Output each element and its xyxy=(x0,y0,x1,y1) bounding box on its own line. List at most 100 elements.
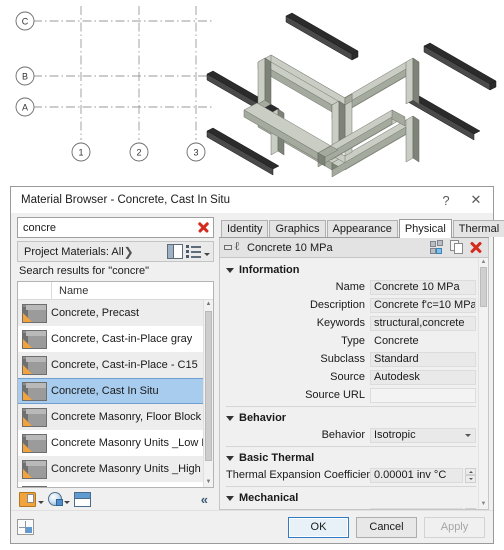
tab-thermal[interactable]: Thermal xyxy=(453,220,504,237)
replace-asset-icon[interactable] xyxy=(430,240,447,255)
props-scroll-thumb[interactable] xyxy=(480,267,487,307)
property-stepper[interactable] xyxy=(465,468,476,483)
tab-graphics[interactable]: Graphics xyxy=(269,220,325,237)
dialog-body: Project Materials: All ❯ Search results … xyxy=(11,213,493,510)
property-select[interactable]: Isotropic xyxy=(370,428,476,443)
stepper-up-icon[interactable] xyxy=(465,468,476,476)
materials-toolbar: « xyxy=(17,488,214,510)
chevron-right-icon: ❯ xyxy=(124,245,134,259)
properties-panel: InformationNameConcrete 10 MPa Descriptio… xyxy=(219,258,489,510)
materials-scrollbar[interactable]: ▲ ▼ xyxy=(203,300,213,487)
asset-tabs: IdentityGraphicsAppearancePhysicalTherma… xyxy=(219,217,489,238)
stepper-down-icon[interactable] xyxy=(465,475,476,483)
dialog-titlebar: Material Browser - Concrete, Cast In Sit… xyxy=(11,187,493,213)
add-library-icon[interactable] xyxy=(48,492,62,506)
ok-button[interactable]: OK xyxy=(288,517,349,538)
material-name: Concrete, Cast-in-Place - C15 xyxy=(51,359,198,371)
list-header-name: Name xyxy=(52,285,88,297)
apply-button: Apply xyxy=(424,517,485,538)
material-swatch-icon xyxy=(22,382,47,401)
material-swatch-icon xyxy=(22,460,47,479)
list-item[interactable]: Concrete Masonry Units xyxy=(18,482,213,487)
chevron-down-icon xyxy=(226,456,234,461)
chevron-down-icon xyxy=(226,496,234,501)
scroll-thumb[interactable] xyxy=(205,311,212,461)
property-row: Thermal Expansion Coefficient0.00001 inv… xyxy=(226,467,476,483)
property-input[interactable] xyxy=(370,388,476,403)
new-material-icon[interactable] xyxy=(19,492,36,507)
view-options-caret-icon[interactable] xyxy=(204,253,210,256)
add-library-caret-icon[interactable] xyxy=(64,501,70,504)
duplicate-asset-icon[interactable] xyxy=(449,240,466,255)
list-item[interactable]: Concrete, Precast xyxy=(18,300,213,326)
section-header[interactable]: Basic Thermal xyxy=(226,450,476,466)
material-swatch-icon xyxy=(22,408,47,427)
search-results-label: Search results for "concre" xyxy=(17,262,214,281)
list-header: Name xyxy=(18,282,213,300)
dialog-buttons: OK Cancel Apply xyxy=(288,517,485,538)
property-input[interactable]: 0.00001 inv °C xyxy=(370,468,463,483)
material-libraries-icon[interactable] xyxy=(17,519,34,535)
dialog-title: Material Browser - Concrete, Cast In Sit… xyxy=(21,194,431,206)
section-title: Basic Thermal xyxy=(239,452,314,464)
list-view-icon[interactable] xyxy=(186,244,202,259)
section-header[interactable]: Mechanical xyxy=(226,490,476,506)
property-label: Behavior xyxy=(226,429,370,441)
property-input[interactable]: Concrete f'c=10 MPa xyxy=(370,298,476,313)
property-row: BehaviorIsotropic xyxy=(226,427,476,443)
scroll-down-icon[interactable]: ▼ xyxy=(204,478,213,487)
materials-list-scroll[interactable]: Concrete, Precast Concrete, Cast-in-Place… xyxy=(18,300,213,487)
list-item[interactable]: Concrete, Cast In Situ xyxy=(18,378,213,404)
delete-asset-icon[interactable] xyxy=(468,240,485,255)
section-divider xyxy=(226,406,476,407)
section-header[interactable]: Behavior xyxy=(226,410,476,426)
show-panel-icon[interactable] xyxy=(74,492,91,507)
help-button[interactable]: ? xyxy=(431,188,461,212)
tab-identity[interactable]: Identity xyxy=(221,220,268,237)
property-input[interactable]: Standard xyxy=(370,352,476,367)
scroll-up-icon[interactable]: ▲ xyxy=(204,300,213,309)
property-label: Description xyxy=(226,299,370,311)
property-input[interactable]: Concrete 10 MPa xyxy=(370,280,476,295)
property-row: SourceAutodesk xyxy=(226,369,476,385)
clear-search-icon[interactable] xyxy=(196,220,210,235)
panel-view-icon[interactable] xyxy=(167,244,183,259)
property-input[interactable]: structural,concrete xyxy=(370,316,476,331)
asset-editor-pane: IdentityGraphicsAppearancePhysical Therma… xyxy=(217,213,493,510)
property-row: DescriptionConcrete f'c=10 MPa xyxy=(226,297,476,313)
close-icon[interactable]: ✕ xyxy=(461,188,491,212)
list-item[interactable]: Concrete Masonry, Floor Block xyxy=(18,404,213,430)
materials-list: Name Concrete, Precast Concrete, Cast-in-… xyxy=(17,281,214,488)
material-browser-dialog: Material Browser - Concrete, Cast In Sit… xyxy=(10,186,494,544)
list-item[interactable]: Concrete Masonry Units _High Density xyxy=(18,456,213,482)
stepper-up-icon[interactable] xyxy=(465,508,476,511)
collapse-panel-icon[interactable]: « xyxy=(201,492,206,507)
props-scroll-up-icon[interactable]: ▲ xyxy=(479,258,488,267)
properties-scrollbar[interactable]: ▲ ▼ xyxy=(478,258,488,509)
new-material-caret-icon[interactable] xyxy=(38,501,44,504)
list-item[interactable]: Concrete Masonry Units _Low Density xyxy=(18,430,213,456)
property-row: Young's Modulus20,500.0 MPa xyxy=(226,507,476,510)
property-stepper[interactable] xyxy=(465,508,476,511)
property-input[interactable]: Autodesk xyxy=(370,370,476,385)
revit-viewport[interactable]: .gl { stroke:#9a9a9a; stroke-width:0.9; … xyxy=(0,0,504,183)
search-input[interactable] xyxy=(23,222,196,234)
material-name: Concrete, Cast In Situ xyxy=(51,385,159,397)
props-scroll-down-icon[interactable]: ▼ xyxy=(479,500,488,509)
property-label: Source URL xyxy=(226,389,370,401)
property-row: NameConcrete 10 MPa xyxy=(226,279,476,295)
list-item[interactable]: Concrete, Cast-in-Place - C15 xyxy=(18,352,213,378)
cancel-button[interactable]: Cancel xyxy=(356,517,417,538)
material-name: Concrete Masonry Units _High Density xyxy=(51,463,213,475)
section-header[interactable]: Information xyxy=(226,262,476,278)
structural-frame-model[interactable]: .lt { fill:#c9cdc4; stroke:#6f746b; stro… xyxy=(0,0,504,183)
tab-appearance[interactable]: Appearance xyxy=(327,220,398,237)
material-filter-row[interactable]: Project Materials: All ❯ xyxy=(17,241,214,262)
tab-physical[interactable]: Physical xyxy=(399,219,452,238)
chevron-down-icon xyxy=(226,268,234,273)
property-row: SubclassStandard xyxy=(226,351,476,367)
property-label: Keywords xyxy=(226,317,370,329)
list-item[interactable]: Concrete, Cast-in-Place gray xyxy=(18,326,213,352)
material-name: Concrete, Precast xyxy=(51,307,139,319)
property-input[interactable]: 20,500.0 MPa xyxy=(370,508,463,511)
